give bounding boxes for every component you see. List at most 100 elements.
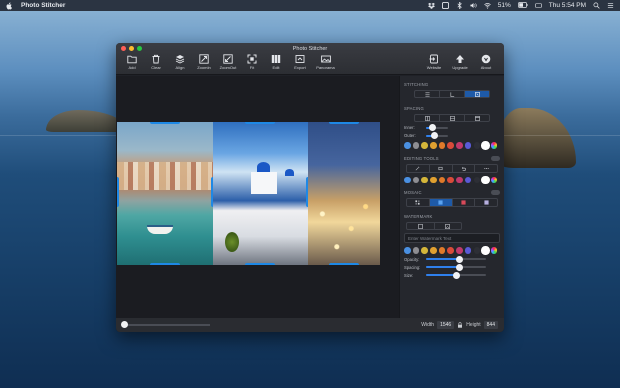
stitch-canvas[interactable] (116, 76, 399, 318)
spacing-swatch-1[interactable] (404, 142, 411, 149)
photo-3-top-handle[interactable] (329, 122, 359, 124)
aspect-lock-icon[interactable] (457, 322, 463, 328)
zoom-in-button[interactable]: ZoomIn (192, 54, 216, 70)
watermark-swatch-8[interactable] (464, 247, 472, 254)
keyboard-icon[interactable] (534, 2, 542, 9)
watermark-swatch-10[interactable] (482, 247, 489, 254)
watermark-spacing-slider[interactable] (426, 263, 486, 271)
dropbox-icon[interactable] (427, 2, 435, 9)
watermark-swatch-6[interactable] (447, 247, 454, 254)
watermark-spacing-knob[interactable] (455, 263, 463, 271)
spacing-swatch-7[interactable] (456, 142, 463, 149)
mosaic-color-option[interactable] (453, 199, 476, 206)
website-button[interactable]: Website (422, 54, 446, 70)
inner-spacing-slider[interactable] (426, 124, 448, 131)
clear-button[interactable]: Clear (144, 54, 168, 70)
outer-spacing-knob[interactable] (431, 132, 439, 139)
spacing-swatch-6[interactable] (447, 142, 454, 149)
spacing-swatch-4[interactable] (430, 142, 437, 149)
spacing-swatch-3[interactable] (421, 142, 428, 149)
editing-swatch-3[interactable] (421, 176, 428, 183)
photo-1-left-handle[interactable] (117, 177, 119, 207)
align-button[interactable]: Align (168, 54, 192, 70)
watermark-swatch-11[interactable] (490, 247, 498, 254)
battery-icon[interactable] (517, 2, 528, 9)
editing-swatch-7[interactable] (456, 176, 463, 183)
about-button[interactable]: About (474, 54, 498, 70)
more-tools[interactable] (475, 165, 497, 172)
photo-2-bottom-handle[interactable] (245, 263, 275, 265)
spacing-swatch-11[interactable] (490, 142, 498, 149)
bluetooth-icon[interactable] (456, 2, 463, 9)
edit-button[interactable]: Edit (264, 54, 288, 70)
app-icon[interactable] (441, 2, 449, 9)
watermark-image-option[interactable] (435, 223, 462, 229)
watermark-text-option[interactable] (407, 223, 435, 229)
watermark-swatch-3[interactable] (421, 247, 428, 254)
height-field[interactable]: 844 (483, 321, 498, 329)
photo-3-bottom-handle[interactable] (329, 263, 359, 265)
stitch-vertical-option[interactable] (415, 91, 440, 97)
zoom-slider[interactable] (121, 321, 210, 328)
spacing-vertical-option[interactable] (415, 115, 440, 121)
editing-swatch-6[interactable] (447, 176, 454, 183)
zoom-slider-knob[interactable] (121, 321, 128, 328)
volume-icon[interactable] (470, 2, 477, 9)
spacing-horizontal-option[interactable] (440, 115, 465, 121)
inner-spacing-knob[interactable] (429, 124, 437, 131)
opacity-knob[interactable] (455, 255, 463, 263)
mosaic-blur-option[interactable] (429, 199, 453, 206)
size-knob[interactable] (452, 271, 460, 279)
upgrade-button[interactable]: Upgrade (448, 54, 472, 70)
watermark-swatch-2[interactable] (412, 247, 420, 254)
spacing-swatch-10[interactable] (482, 142, 489, 149)
wifi-icon[interactable] (483, 2, 491, 9)
photo-2-top-handle[interactable] (245, 122, 275, 124)
apple-icon[interactable] (6, 1, 13, 10)
photo-santorini-church[interactable] (213, 122, 308, 265)
editing-swatch-2[interactable] (412, 176, 420, 183)
stitch-grid-option[interactable] (440, 91, 465, 97)
spacing-swatch-5[interactable] (438, 142, 446, 149)
mosaic-pixel-option[interactable] (407, 199, 430, 206)
photo-harbor[interactable] (117, 122, 213, 265)
photo-1-bottom-handle[interactable] (150, 263, 180, 265)
notification-center-icon[interactable] (607, 2, 614, 9)
watermark-text-input[interactable]: Enter Watermark Text (404, 233, 500, 243)
spacing-swatch-2[interactable] (412, 142, 420, 149)
editing-swatch-8[interactable] (464, 176, 472, 183)
crop-tool[interactable] (430, 164, 453, 172)
editing-swatch-10[interactable] (482, 176, 489, 183)
outer-spacing-slider[interactable] (426, 132, 448, 139)
fit-button[interactable]: Fit (240, 54, 264, 70)
photo-1-top-handle[interactable] (150, 122, 180, 124)
add-button[interactable]: Add (120, 54, 144, 70)
stitch-horizontal-option[interactable] (465, 91, 489, 97)
opacity-slider[interactable] (426, 255, 486, 263)
editing-swatch-9[interactable] (473, 176, 480, 183)
watermark-swatch-1[interactable] (404, 247, 411, 254)
menu-app-name[interactable]: Photo Stitcher (21, 2, 65, 9)
watermark-swatch-7[interactable] (456, 247, 463, 254)
spacing-swatch-8[interactable] (464, 142, 472, 149)
editing-swatch-1[interactable] (404, 176, 411, 183)
editing-swatch-11[interactable] (490, 176, 498, 183)
editing-swatch-4[interactable] (430, 176, 437, 183)
watermark-swatch-5[interactable] (438, 247, 446, 254)
photo-night-town[interactable] (308, 122, 380, 265)
mosaic-toggle[interactable] (491, 190, 500, 195)
width-field[interactable]: 1546 (437, 321, 455, 329)
export-button[interactable]: Export (288, 54, 312, 70)
watermark-swatch-4[interactable] (430, 247, 437, 254)
mosaic-gradient-option[interactable] (475, 199, 497, 206)
zoom-out-button[interactable]: ZoomOut (216, 54, 240, 70)
size-slider[interactable] (426, 271, 486, 279)
spacing-grid-option[interactable] (465, 115, 489, 121)
magic-wand-tool[interactable] (407, 164, 430, 172)
editing-swatch-5[interactable] (438, 176, 446, 183)
menu-clock[interactable]: Thu 5:54 PM (549, 2, 586, 9)
editing-tools-toggle[interactable] (491, 155, 500, 161)
watermark-swatch-9[interactable] (473, 247, 480, 254)
spotlight-search-icon[interactable] (593, 2, 600, 9)
panorama-button[interactable]: Panorama (312, 54, 339, 70)
